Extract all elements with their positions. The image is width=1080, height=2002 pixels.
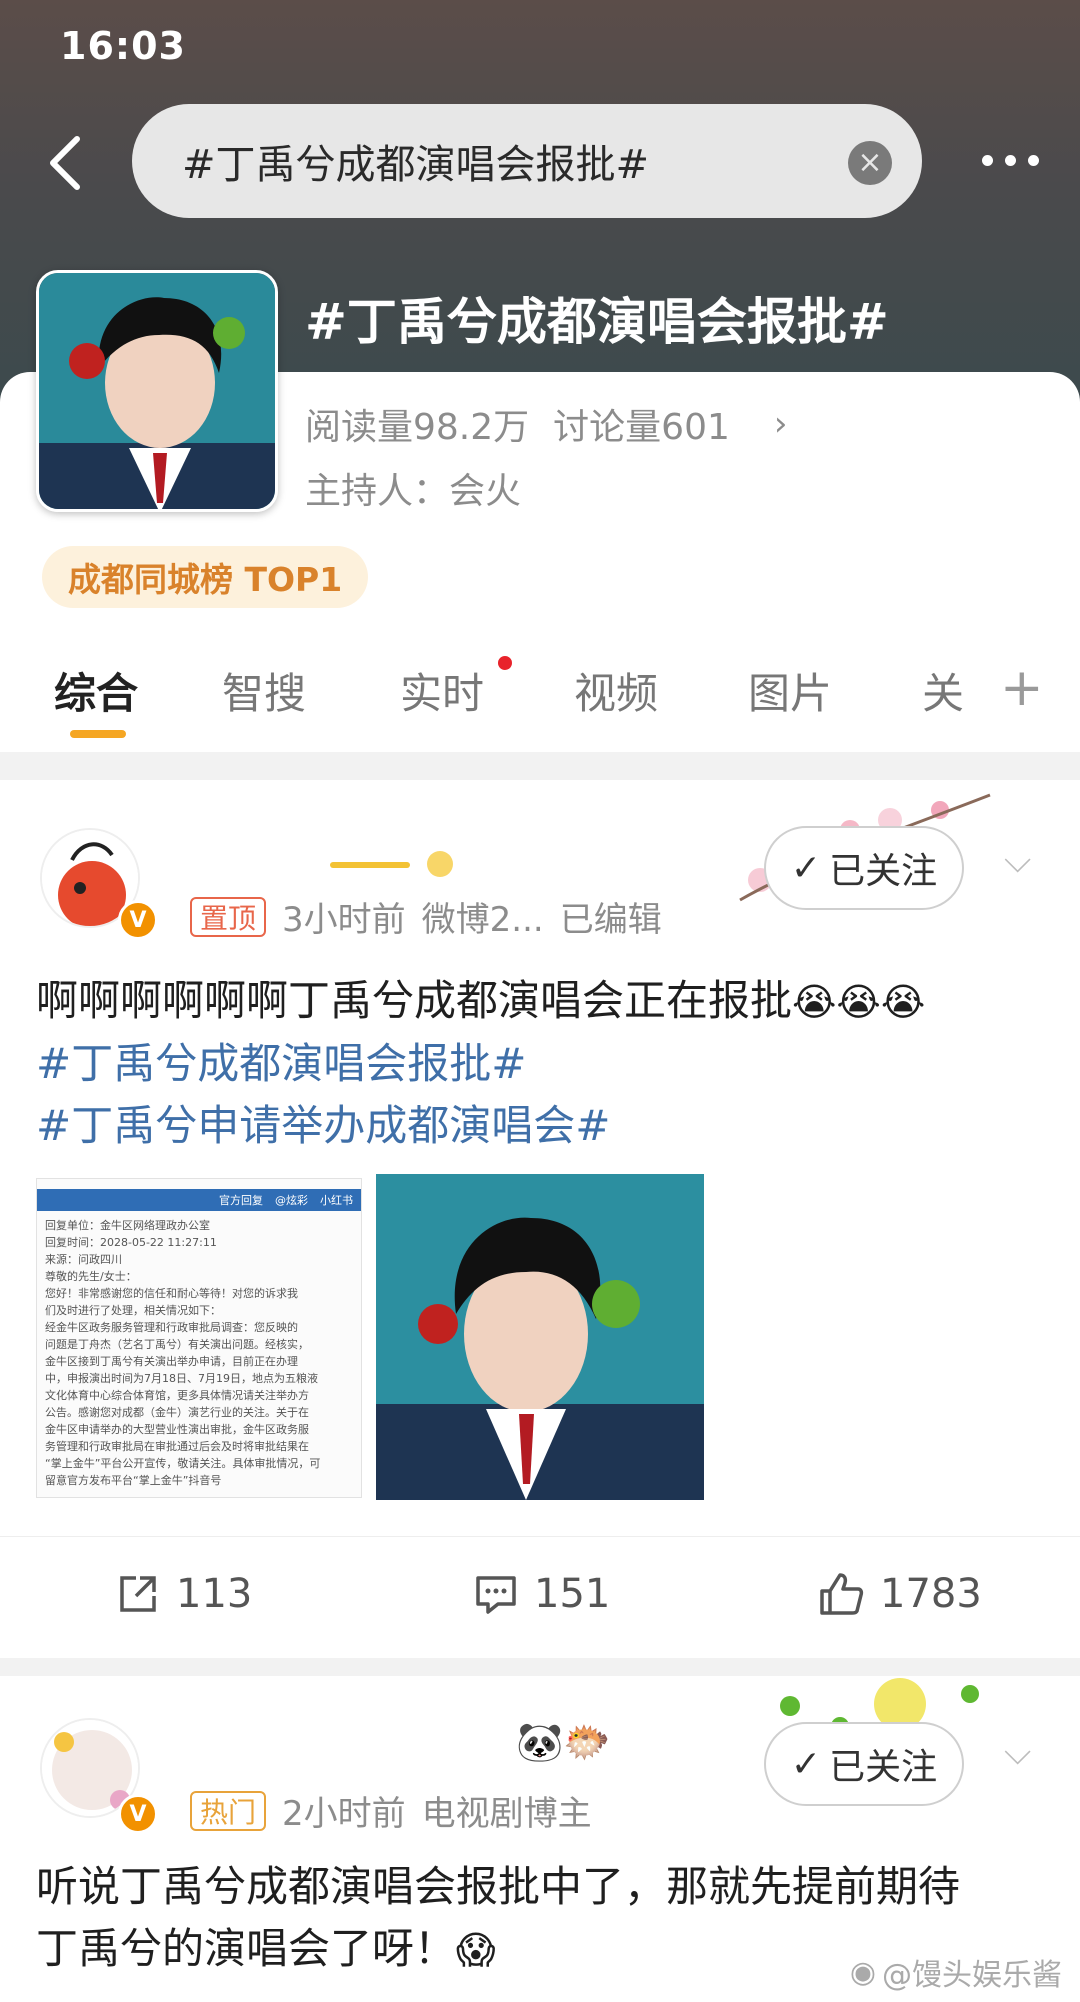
rank-badge[interactable]: 成都同城榜 TOP1 xyxy=(42,546,369,608)
doc-line: 金牛区接到丁禹兮有关演出举办申请，目前正在办理 xyxy=(45,1355,298,1368)
repost-button[interactable]: 113 xyxy=(116,1571,252,1617)
tab-bar: 综合 智搜 实时 视频 图片 关 + xyxy=(0,640,1080,750)
doc-line: 回复时间：2028-05-22 11:27:11 xyxy=(45,1236,217,1249)
post-time: 2小时前 xyxy=(282,1794,406,1834)
thumbs-up-icon xyxy=(820,1573,864,1615)
more-dot-icon xyxy=(981,154,993,166)
post-text: 丁禹兮的演唱会了呀！ xyxy=(36,1924,457,1973)
read-count: 阅读量98.2万 xyxy=(305,407,530,448)
more-dot-icon xyxy=(1004,154,1016,166)
follow-label: 已关注 xyxy=(829,851,938,892)
tab-images[interactable]: 图片 xyxy=(748,660,832,721)
repost-count: 113 xyxy=(176,1571,253,1617)
tab-realtime[interactable]: 实时 xyxy=(400,660,484,721)
add-tab-icon[interactable]: + xyxy=(1000,662,1044,714)
pinned-tag: 置顶 xyxy=(190,896,267,937)
post-time: 3小时前 xyxy=(282,900,406,940)
comment-button[interactable]: 151 xyxy=(474,1571,610,1617)
share-icon xyxy=(120,1576,156,1612)
hashtag-link[interactable]: #丁禹兮成都演唱会报批# xyxy=(36,1033,1046,1095)
crying-emoji: 😭😭😭 xyxy=(792,980,926,1024)
username-emojis: 🐼🐡 xyxy=(516,1720,611,1764)
username-emoji-icon xyxy=(330,851,453,877)
verified-badge-icon: V xyxy=(118,900,158,940)
comment-count: 151 xyxy=(534,1571,611,1617)
chevron-right-icon: › xyxy=(773,404,788,444)
tab-smart-search[interactable]: 智搜 xyxy=(222,660,306,721)
active-tab-indicator xyxy=(70,730,126,738)
doc-line: 金牛区申请举办的大型营业性演出审批，金牛区政务服 xyxy=(45,1423,309,1436)
topic-title: #丁禹兮成都演唱会报批# xyxy=(305,293,889,351)
like-button[interactable]: 1783 xyxy=(818,1571,982,1617)
doc-line: 文化体育中心综合体育馆，更多具体情况请关注举办方 xyxy=(45,1389,309,1402)
status-time: 16:03 xyxy=(60,24,186,68)
doc-line: 务管理和行政审批局在审批通过后会及时将审批结果在 xyxy=(45,1440,309,1453)
chevron-down-icon[interactable]: ⌵ xyxy=(1004,840,1031,882)
topic-cover-image xyxy=(36,270,278,512)
post-body: 啊啊啊啊啊啊丁禹兮成都演唱会正在报批😭😭😭 #丁禹兮成都演唱会报批# #丁禹兮申… xyxy=(36,970,1046,1157)
follow-label: 已关注 xyxy=(829,1747,938,1788)
comment-icon xyxy=(476,1576,516,1614)
shocked-emoji: 😱 xyxy=(456,1928,496,1972)
doc-line: 中，申报演出时间为7月18日、7月19日，地点为五粮液 xyxy=(45,1372,318,1385)
post-source: 电视剧博主 xyxy=(421,1794,592,1834)
doc-bar-item: @炫彩 xyxy=(275,1193,308,1207)
back-button[interactable] xyxy=(40,128,90,198)
search-query: #丁禹兮成都演唱会报批# xyxy=(182,142,650,188)
hot-tag: 热门 xyxy=(190,1790,267,1831)
doc-line: 们及时进行了处理，相关情况如下： xyxy=(45,1304,221,1317)
doc-line: 回复单位：金牛区网络理政办公室 xyxy=(45,1219,210,1232)
doc-line: 留意官方发布平台“掌上金牛”抖音号 xyxy=(45,1474,222,1487)
topic-stats[interactable]: 阅读量98.2万 讨论量601 › xyxy=(305,398,788,450)
edited-label: 已编辑 xyxy=(559,900,662,940)
close-icon: × xyxy=(857,145,883,180)
discussion-count: 讨论量601 xyxy=(553,407,730,448)
hashtag-link[interactable]: #丁禹兮申请举办成都演唱会# xyxy=(36,1095,1046,1157)
doc-bar-item: 官方回复 xyxy=(219,1193,263,1207)
doc-lines: 回复单位：金牛区网络理政办公室 回复时间：2028-05-22 11:27:11… xyxy=(37,1211,361,1495)
tab-comprehensive[interactable]: 综合 xyxy=(54,660,138,721)
back-arrow-icon xyxy=(50,136,80,190)
chevron-down-icon[interactable]: ⌵ xyxy=(1004,1732,1031,1774)
doc-header-bar: 官方回复 @炫彩 小红书 xyxy=(37,1189,361,1211)
post-meta: 置顶 3小时前 微博2... 已编辑 xyxy=(190,892,662,941)
doc-bar-item: 小红书 xyxy=(320,1193,353,1207)
follow-button[interactable]: ✓ 已关注 xyxy=(764,1722,964,1806)
tab-video[interactable]: 视频 xyxy=(574,660,658,721)
weibo-logo-icon: ◉ xyxy=(849,1954,876,1990)
more-dot-icon xyxy=(1027,154,1039,166)
post-source: 微博2... xyxy=(421,900,544,940)
follow-button[interactable]: ✓ 已关注 xyxy=(764,826,964,910)
doc-line: 公告。感谢您对成都（金牛）演艺行业的关注。关于在 xyxy=(45,1406,309,1419)
watermark-text: @馒头娱乐酱 xyxy=(882,1958,1062,1993)
post-text-line: 啊啊啊啊啊啊丁禹兮成都演唱会正在报批😭😭😭 xyxy=(36,970,1046,1033)
post-actions: 113 151 1783 xyxy=(0,1536,1080,1656)
doc-line: 来源：问政四川 xyxy=(45,1253,122,1266)
post-image-photo[interactable] xyxy=(376,1174,704,1500)
doc-line: “掌上金牛”平台公开宣传，敬请关注。具体审批情况，可 xyxy=(45,1457,321,1470)
watermark: ◉ @馒头娱乐酱 xyxy=(850,1950,1062,1994)
clear-search-button[interactable]: × xyxy=(848,141,892,185)
doc-line: 尊敬的先生/女士： xyxy=(45,1270,137,1283)
more-options-button[interactable] xyxy=(960,138,1060,182)
doc-line: 您好！非常感谢您的信任和耐心等待！对您的诉求我 xyxy=(45,1287,298,1300)
doc-line: 经金牛区政务服务管理和行政审批局调查：您反映的 xyxy=(45,1321,298,1334)
tab-follow[interactable]: 关 xyxy=(922,660,964,721)
like-count: 1783 xyxy=(880,1571,982,1617)
verified-badge-icon: V xyxy=(118,1794,158,1834)
post-text: 啊啊啊啊啊啊丁禹兮成都演唱会正在报批 xyxy=(36,976,793,1025)
topic-host: 主持人：会火 xyxy=(305,471,522,512)
notification-dot xyxy=(498,656,512,670)
check-icon: ✓ xyxy=(790,847,822,889)
check-icon: ✓ xyxy=(790,1743,822,1785)
search-input[interactable]: #丁禹兮成都演唱会报批# × xyxy=(132,104,922,218)
post-image-document[interactable]: 官方回复 @炫彩 小红书 回复单位：金牛区网络理政办公室 回复时间：2028-0… xyxy=(36,1178,362,1498)
doc-line: 问题是丁舟杰（艺名丁禹兮）有关演出问题。经核实， xyxy=(45,1338,309,1351)
post-meta: 热门 2小时前 电视剧博主 xyxy=(190,1786,592,1835)
post-text-line: 听说丁禹兮成都演唱会报批中了，那就先提前期待 xyxy=(36,1862,961,1911)
